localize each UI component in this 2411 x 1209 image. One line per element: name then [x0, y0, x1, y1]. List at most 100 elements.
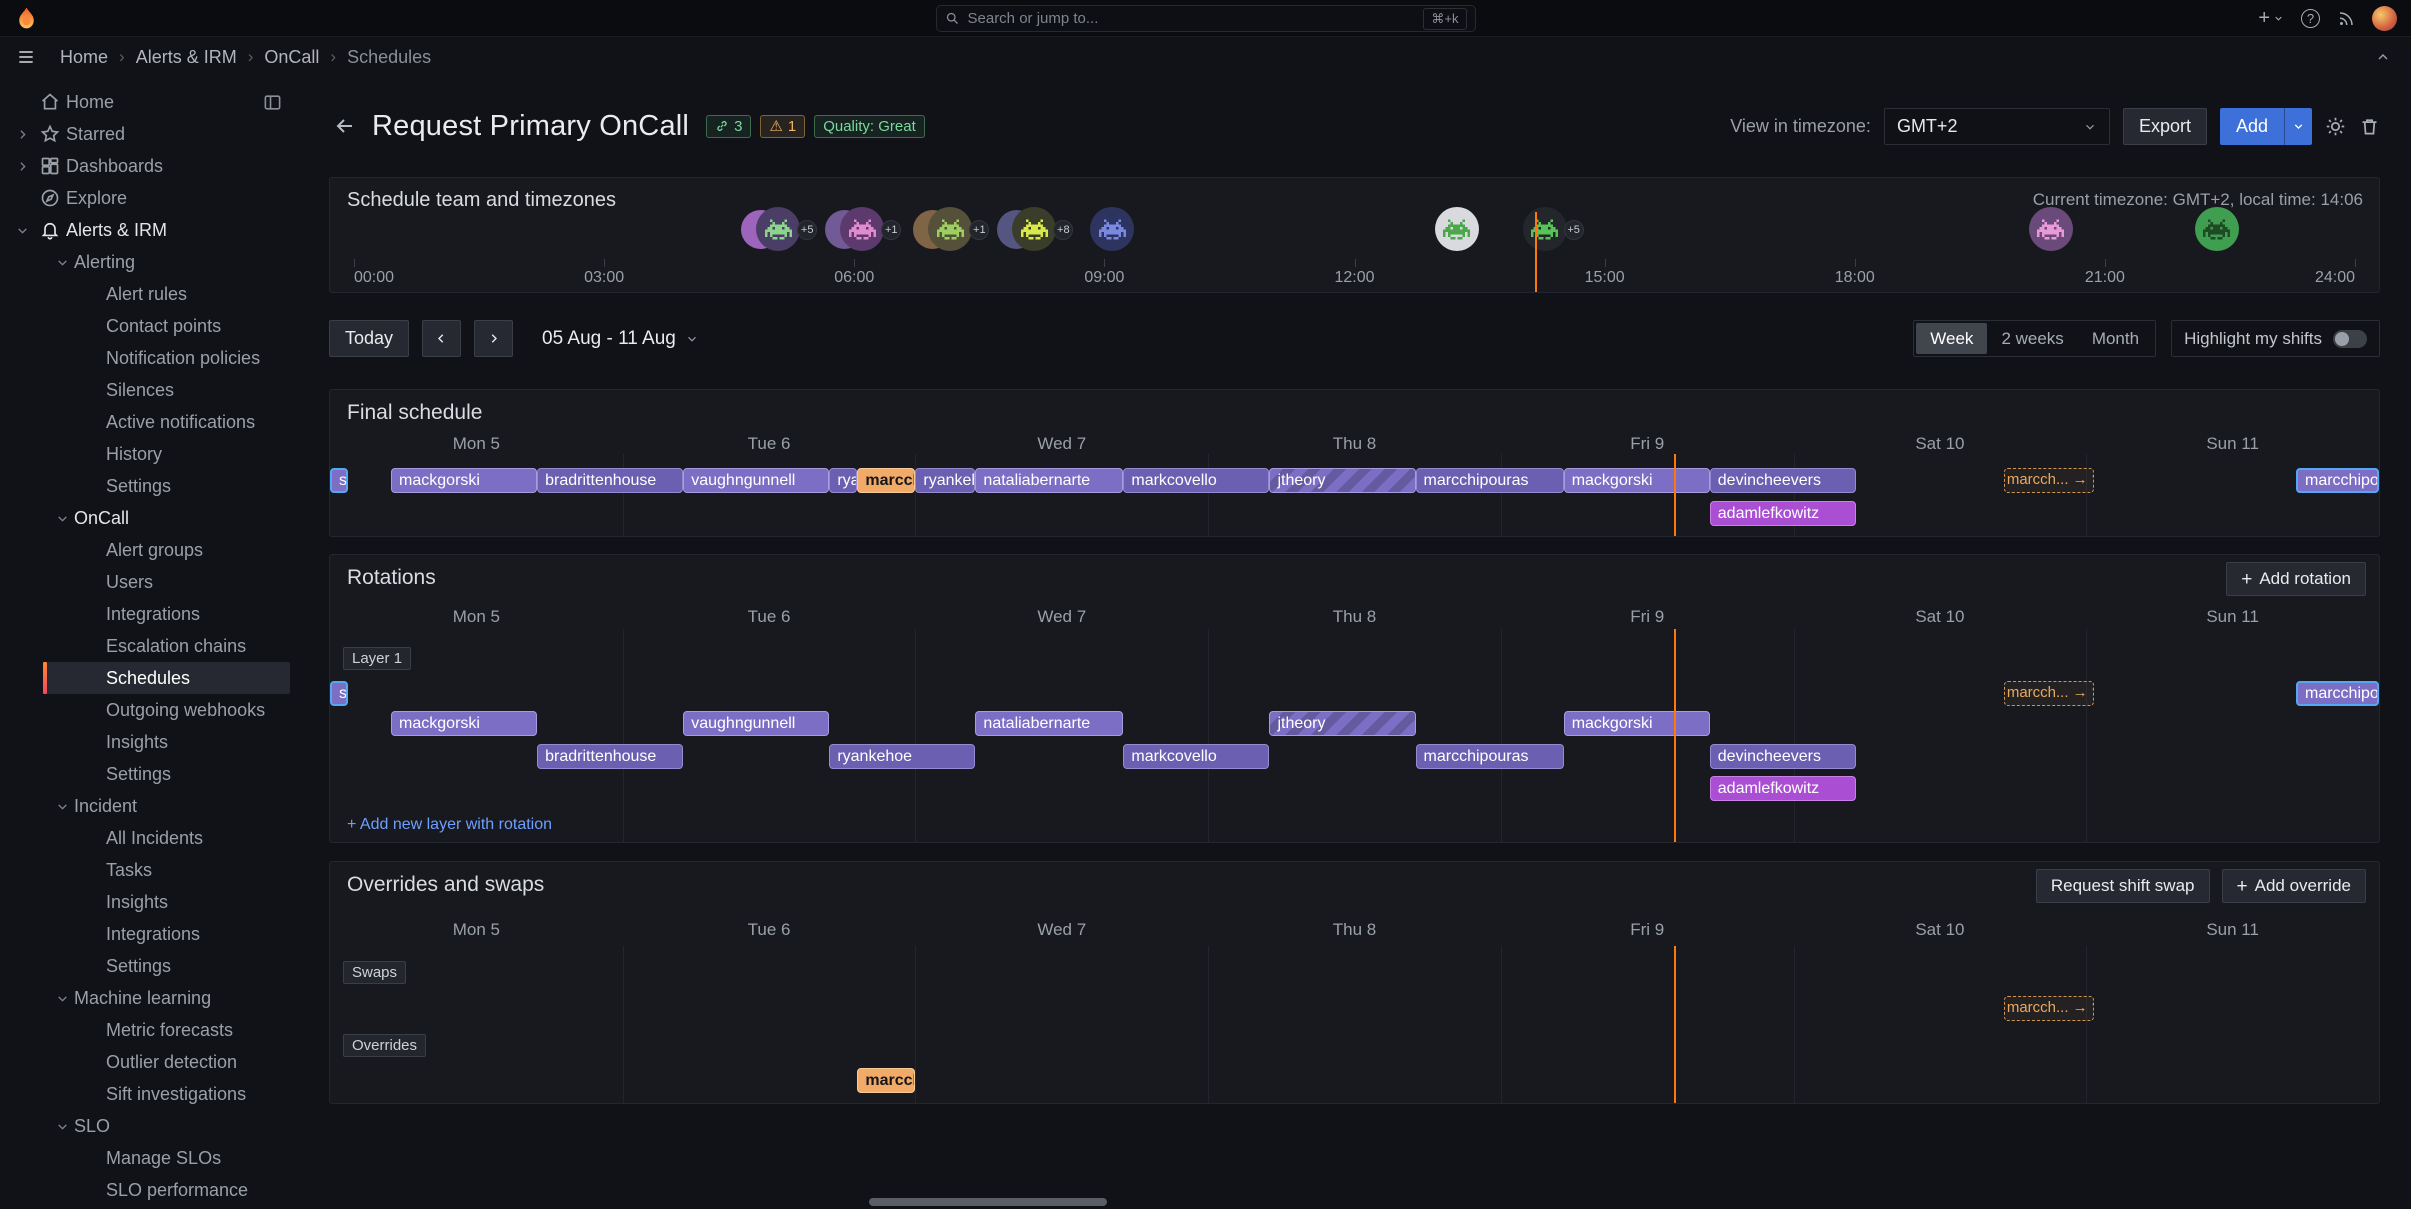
sidebar-item-manage-slos[interactable]: Manage SLOs — [0, 1142, 300, 1174]
sidebar-item-metric-forecasts[interactable]: Metric forecasts — [0, 1014, 300, 1046]
team-member-avatar-group[interactable] — [1435, 207, 1479, 251]
sidebar-item-alerts-irm[interactable]: Alerts & IRM — [0, 214, 300, 246]
shift-block-bradrittenhouse[interactable]: bradrittenhouse — [537, 744, 683, 769]
add-button[interactable]: Add — [2220, 108, 2312, 145]
sidebar-item-settings[interactable]: Settings — [0, 470, 300, 502]
shift-block-markcovello[interactable]: markcovello — [1123, 468, 1269, 493]
breadcrumb-home[interactable]: Home — [60, 47, 108, 68]
help-icon[interactable]: ? — [2301, 9, 2320, 28]
sidebar-item-settings[interactable]: Settings — [0, 950, 300, 982]
breadcrumb-oncall[interactable]: OnCall — [264, 47, 319, 68]
sidebar-item-alerting[interactable]: Alerting — [0, 246, 300, 278]
shift-block-marcch[interactable]: marcch... → ? — [2004, 681, 2094, 706]
shift-block-mackgorski[interactable]: mackgorski — [391, 468, 537, 493]
shift-block-mackgorski[interactable]: mackgorski — [1564, 711, 1710, 736]
shift-block-marcchipouras[interactable]: marcchipouras — [1416, 468, 1564, 493]
team-member-avatar-group[interactable]: +8 — [1012, 207, 1056, 251]
back-arrow-button[interactable] — [333, 114, 357, 138]
sidebar-item-contact-points[interactable]: Contact points — [0, 310, 300, 342]
sidebar-item-alert-groups[interactable]: Alert groups — [0, 534, 300, 566]
shift-block-nataliabernarte[interactable]: nataliabernarte — [975, 468, 1123, 493]
shift-block-marcchipoura[interactable]: marcchipoura — [2296, 681, 2379, 706]
shift-block-adamlefkowitz[interactable]: adamlefkowitz — [1710, 501, 1856, 526]
timezone-select[interactable]: GMT+2 — [1884, 108, 2110, 145]
linked-escalations-badge[interactable]: 3 — [706, 115, 751, 138]
shift-block-marcchip[interactable]: marcchip — [857, 468, 915, 493]
team-member-avatar-group[interactable] — [2029, 207, 2073, 251]
sidebar-item-insights[interactable]: Insights — [0, 726, 300, 758]
sidebar-item-integrations[interactable]: Integrations — [0, 598, 300, 630]
sidebar-item-tasks[interactable]: Tasks — [0, 854, 300, 886]
shift-block-devincheevers[interactable]: devincheevers — [1710, 468, 1856, 493]
shift-block-ryankeho[interactable]: ryankeho — [915, 468, 975, 493]
shift-block-mackgorski[interactable]: mackgorski — [391, 711, 537, 736]
shift-block-rya[interactable]: rya — [829, 468, 857, 493]
sidebar-item-explore[interactable]: Explore — [0, 182, 300, 214]
shift-block-bradrittenhouse[interactable]: bradrittenhouse — [537, 468, 683, 493]
highlight-my-shifts-control[interactable]: Highlight my shifts — [2171, 320, 2380, 357]
sidebar-item-history[interactable]: History — [0, 438, 300, 470]
sidebar-item-insights[interactable]: Insights — [0, 886, 300, 918]
add-rotation-button[interactable]: + Add rotation — [2226, 562, 2366, 596]
sidebar-item-integrations[interactable]: Integrations — [0, 918, 300, 950]
shift-block-nataliabernarte[interactable]: nataliabernarte — [975, 711, 1123, 736]
breadcrumb-alerts-irm[interactable]: Alerts & IRM — [136, 47, 237, 68]
team-member-avatar-group[interactable]: +1 — [840, 207, 884, 251]
sidebar-item-outgoing-webhooks[interactable]: Outgoing webhooks — [0, 694, 300, 726]
quality-badge[interactable]: Quality: Great — [814, 115, 925, 138]
sidebar-item-slo-performance[interactable]: SLO performance — [0, 1174, 300, 1206]
shift-block-marcch[interactable]: marcch... → ? — [2004, 468, 2094, 493]
view-option-2-weeks[interactable]: 2 weeks — [1987, 323, 2077, 354]
today-button[interactable]: Today — [329, 320, 409, 357]
user-avatar[interactable] — [2372, 6, 2397, 31]
team-member-avatar-group[interactable] — [2195, 207, 2239, 251]
sidebar-item-silences[interactable]: Silences — [0, 374, 300, 406]
mega-menu-toggle[interactable] — [16, 47, 36, 67]
delete-schedule-trash-icon[interactable] — [2359, 116, 2380, 137]
shift-block-markcovello[interactable]: markcovello — [1123, 744, 1269, 769]
sidebar-item-outlier-detection[interactable]: Outlier detection — [0, 1046, 300, 1078]
highlight-my-shifts-toggle[interactable] — [2333, 330, 2367, 348]
sidebar-item-slo[interactable]: SLO — [0, 1110, 300, 1142]
team-member-avatar-group[interactable] — [1090, 207, 1134, 251]
sidebar-item-notification-policies[interactable]: Notification policies — [0, 342, 300, 374]
view-option-month[interactable]: Month — [2078, 323, 2153, 354]
sidebar-item-escalation-chains[interactable]: Escalation chains — [0, 630, 300, 662]
export-button[interactable]: Export — [2123, 108, 2207, 145]
shift-block-vaughngunnell[interactable]: vaughngunnell — [683, 468, 829, 493]
shift-block-marcchip[interactable]: marcchip — [857, 1068, 915, 1093]
shift-block-vaughngunnell[interactable]: vaughngunnell — [683, 711, 829, 736]
shift-block-jtheory[interactable]: jtheory — [1269, 711, 1415, 736]
add-override-button[interactable]: + Add override — [2222, 869, 2367, 903]
shift-block-marcchipouras[interactable]: marcchipouras — [1416, 744, 1564, 769]
grafana-logo-icon[interactable] — [14, 6, 39, 31]
shift-block-marcch[interactable]: marcch... → ? — [2004, 996, 2094, 1021]
sidebar-item-machine-learning[interactable]: Machine learning — [0, 982, 300, 1014]
schedule-settings-gear-icon[interactable] — [2325, 116, 2346, 137]
news-rss-icon[interactable] — [2337, 10, 2355, 28]
add-dropdown-caret[interactable] — [2284, 108, 2312, 145]
shift-block-ryankehoe[interactable]: ryankehoe — [829, 744, 975, 769]
view-option-week[interactable]: Week — [1916, 323, 1987, 354]
warnings-badge[interactable]: ⚠ 1 — [760, 115, 805, 138]
sidebar-item-active-notifications[interactable]: Active notifications — [0, 406, 300, 438]
search-input[interactable] — [968, 10, 1424, 27]
create-new-button[interactable]: + — [2258, 7, 2284, 30]
shift-block-s[interactable]: s — [330, 681, 348, 706]
add-new-layer-link[interactable]: + Add new layer with rotation — [347, 816, 552, 834]
sidebar-item-oncall[interactable]: OnCall — [0, 502, 300, 534]
sidebar-item-settings[interactable]: Settings — [0, 758, 300, 790]
sidebar-item-schedules[interactable]: Schedules — [43, 662, 290, 694]
sidebar-item-home[interactable]: Home — [0, 86, 300, 118]
date-range-dropdown[interactable]: 05 Aug - 11 Aug — [542, 328, 699, 350]
sidebar-item-alert-rules[interactable]: Alert rules — [0, 278, 300, 310]
sidebar-item-all-incidents[interactable]: All Incidents — [0, 822, 300, 854]
sidebar-item-sift-investigations[interactable]: Sift investigations — [0, 1078, 300, 1110]
shift-block-mackgorski[interactable]: mackgorski — [1564, 468, 1710, 493]
sidebar-item-dashboards[interactable]: Dashboards — [0, 150, 300, 182]
shift-block-s[interactable]: s — [330, 468, 348, 493]
team-member-avatar-group[interactable]: +5 — [1523, 207, 1567, 251]
team-member-avatar-group[interactable]: +1 — [928, 207, 972, 251]
sidebar-item-starred[interactable]: Starred — [0, 118, 300, 150]
shift-block-jtheory[interactable]: jtheory — [1269, 468, 1415, 493]
